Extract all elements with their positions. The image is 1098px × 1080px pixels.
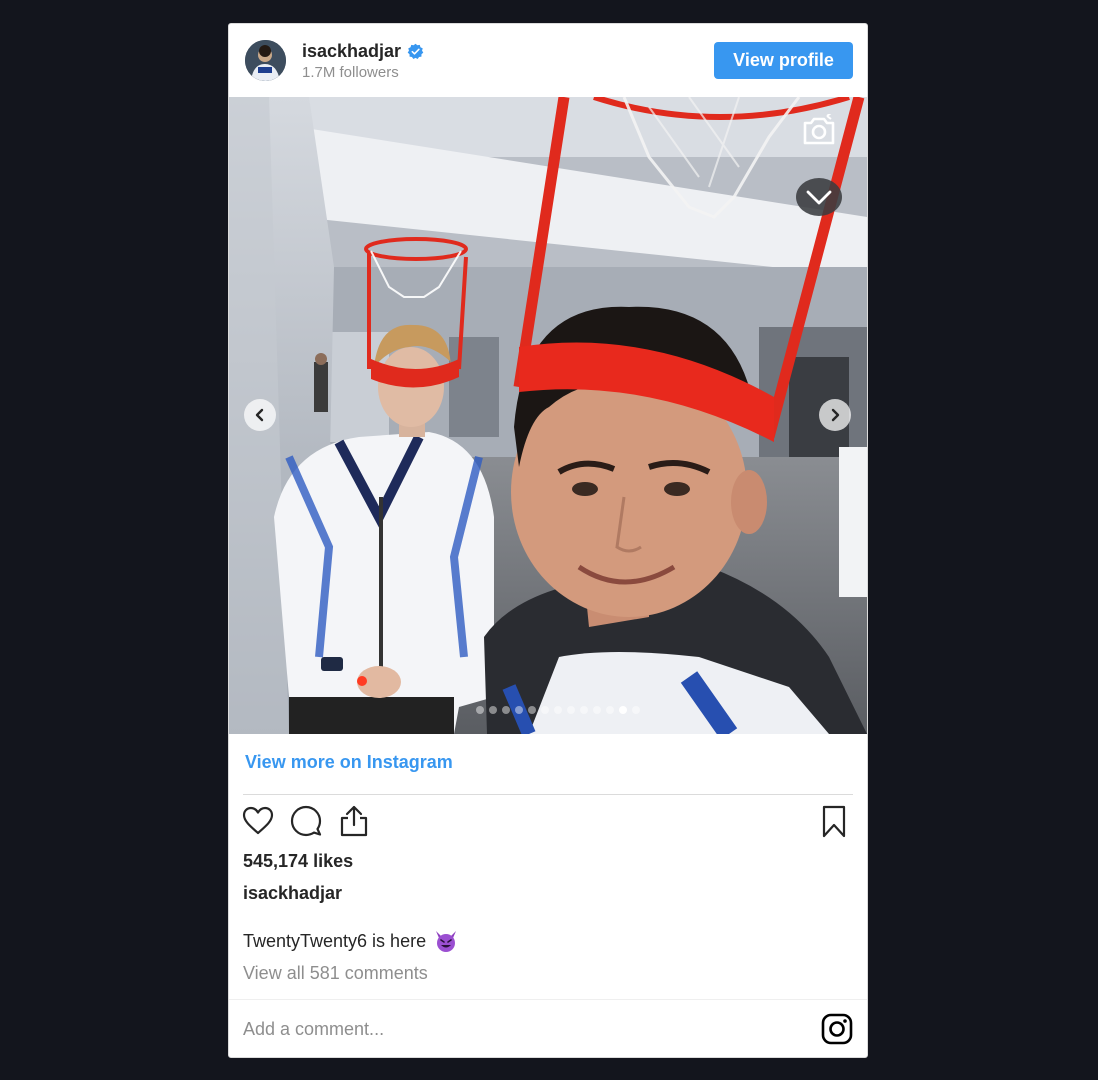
- view-more-on-instagram-link[interactable]: View more on Instagram: [245, 752, 453, 773]
- caption: TwentyTwenty6 is here: [243, 930, 458, 952]
- caption-username[interactable]: isackhadjar: [243, 883, 342, 904]
- post-header: isackhadjar 1.7M followers View profile: [229, 24, 867, 97]
- carousel-dot: [553, 706, 562, 714]
- username[interactable]: isackhadjar: [302, 41, 424, 62]
- carousel-dot: [579, 706, 588, 714]
- chevron-down-icon[interactable]: [796, 177, 842, 217]
- carousel-dot: [527, 706, 536, 714]
- view-profile-button[interactable]: View profile: [714, 42, 853, 79]
- previous-slide-button[interactable]: [244, 399, 276, 431]
- carousel-dot: [540, 706, 549, 714]
- carousel-dot: [605, 706, 614, 714]
- share-icon[interactable]: [337, 804, 371, 838]
- divider: [229, 999, 867, 1000]
- carousel-dot: [592, 706, 601, 714]
- chevron-left-icon: [255, 408, 264, 422]
- post-media[interactable]: [229, 97, 867, 734]
- carousel-dot: [631, 706, 640, 714]
- carousel-dot: [501, 706, 510, 714]
- instagram-embed-card: isackhadjar 1.7M followers View profile: [228, 23, 868, 1058]
- verified-badge-icon: [407, 43, 424, 60]
- bookmark-icon[interactable]: [817, 804, 851, 838]
- next-slide-button[interactable]: [819, 399, 851, 431]
- divider: [243, 794, 853, 795]
- carousel-dot: [566, 706, 575, 714]
- camera-flip-icon[interactable]: [801, 112, 837, 146]
- carousel-dot: [618, 706, 627, 714]
- username-text[interactable]: isackhadjar: [302, 41, 401, 62]
- comment-icon[interactable]: [289, 804, 323, 838]
- chevron-right-icon: [831, 408, 840, 422]
- caption-text: TwentyTwenty6 is here: [243, 930, 427, 951]
- add-comment-input[interactable]: [243, 1016, 783, 1042]
- heart-icon[interactable]: [241, 804, 275, 838]
- like-count[interactable]: 545,174 likes: [243, 851, 353, 872]
- carousel-dot: [514, 706, 523, 714]
- instagram-logo-icon[interactable]: [821, 1013, 853, 1045]
- action-bar: [241, 804, 855, 840]
- carousel-indicator: [248, 706, 867, 716]
- view-all-comments-link[interactable]: View all 581 comments: [243, 963, 428, 984]
- carousel-dot: [475, 706, 484, 714]
- carousel-dot: [488, 706, 497, 714]
- smiling-devil-emoji: [436, 931, 457, 952]
- avatar[interactable]: [245, 40, 286, 81]
- follower-count: 1.7M followers: [302, 64, 399, 81]
- post-photo: [229, 97, 867, 734]
